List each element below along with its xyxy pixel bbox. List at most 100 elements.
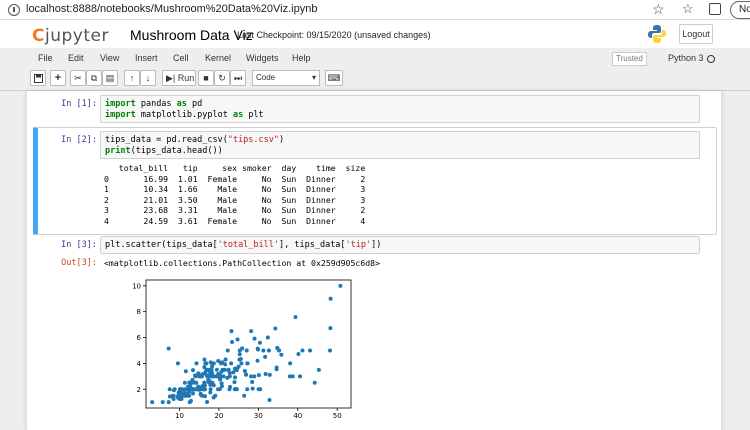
scatter-point [233, 375, 238, 380]
scatter-point [238, 357, 243, 361]
scatter-point [252, 374, 257, 379]
notebook-container: In [1]: import pandas as pd import matpl… [26, 91, 722, 430]
info-icon[interactable] [8, 4, 20, 16]
stop-icon[interactable]: ■ [198, 70, 214, 86]
y-tick-label: 8 [137, 308, 141, 316]
y-tick-label: 6 [137, 334, 142, 342]
cell-3-out-prompt: Out[3]: [61, 258, 97, 268]
scatter-point [277, 348, 282, 353]
menu-view[interactable]: View [100, 53, 119, 63]
scatter-point [211, 361, 216, 366]
scatter-point [229, 329, 234, 334]
trusted-badge[interactable]: Trusted [612, 52, 647, 66]
scatter-point [279, 352, 284, 357]
menu-kernel[interactable]: Kernel [205, 53, 231, 63]
logout-button[interactable]: Logout [679, 24, 713, 44]
scatter-point [213, 393, 218, 398]
x-tick-label: 30 [254, 412, 263, 420]
menu-help[interactable]: Help [292, 53, 311, 63]
scatter-point [239, 361, 244, 366]
menu-insert[interactable]: Insert [135, 53, 158, 63]
scatter-point [150, 400, 155, 405]
scatter-point [297, 374, 302, 379]
code-token: (tips_data.head()) [130, 146, 223, 156]
scatter-point [187, 393, 192, 398]
toolbar: + ✂ ⧉ ▤ ↑ ↓ ▶| Run ■ ↻ ⏭ Code ⌨ [28, 70, 722, 88]
menu-cell[interactable]: Cell [173, 53, 189, 63]
scatter-point [255, 358, 260, 363]
scatter-point [202, 357, 207, 362]
cell-type-select[interactable]: Code [252, 70, 320, 86]
scatter-point [245, 387, 250, 392]
url-text[interactable]: localhost:8888/notebooks/Mushroom%20Data… [26, 3, 317, 15]
kernel-name[interactable]: Python 3 [668, 53, 704, 63]
scatter-point [230, 340, 235, 345]
menu-edit[interactable]: Edit [68, 53, 84, 63]
cell-2-code[interactable]: tips_data = pd.read_csv("tips.csv") prin… [100, 131, 700, 159]
code-token: as [176, 99, 187, 109]
paste-icon[interactable]: ▤ [102, 70, 118, 86]
code-token: ], tips_data[ [279, 240, 346, 250]
scatter-point [160, 400, 165, 405]
move-down-icon[interactable]: ↓ [140, 70, 156, 86]
jupyter-header: Cjupyter Mushroom Data Viz Last Checkpoi… [0, 20, 750, 48]
scatter-point [203, 387, 208, 392]
scatter-point [227, 374, 232, 379]
scatter-point [300, 348, 305, 353]
restart-icon[interactable]: ↻ [214, 70, 230, 86]
cell-3-code[interactable]: plt.scatter(tips_data['total_bill'], tip… [100, 236, 700, 254]
scatter-point [229, 361, 234, 366]
code-token: matplotlib.pyplot [135, 110, 233, 120]
checkpoint-status: Last Checkpoint: 09/15/2020 (unsaved cha… [237, 30, 431, 40]
x-tick-label: 10 [175, 412, 184, 420]
scatter-point [223, 357, 228, 362]
notebook-name[interactable]: Mushroom Data Viz [130, 27, 253, 43]
collections-icon[interactable] [709, 3, 721, 15]
scatter-point [244, 348, 249, 353]
scatter-point [171, 393, 176, 398]
profile-button[interactable]: No [730, 1, 750, 19]
run-button[interactable]: ▶| Run [162, 70, 196, 86]
scatter-point [223, 362, 228, 367]
scatter-point [296, 351, 301, 356]
scatter-point [290, 374, 295, 379]
scatter-point [267, 372, 272, 377]
save-icon[interactable] [30, 70, 46, 86]
scatter-point [316, 367, 321, 372]
menu-file[interactable]: File [38, 53, 53, 63]
favorite-star-icon[interactable]: ☆ [652, 1, 665, 18]
scatter-point [231, 370, 236, 375]
favorites-icon[interactable]: ☆ [682, 1, 694, 17]
copy-icon[interactable]: ⧉ [86, 70, 102, 86]
code-token: "tips.csv" [227, 135, 280, 145]
code-token: as [232, 110, 244, 120]
scatter-point [308, 348, 313, 353]
jupyter-logo[interactable]: Cjupyter [32, 26, 109, 46]
scatter-point [234, 387, 239, 392]
python-logo-icon [648, 25, 666, 43]
scatter-point [252, 336, 257, 341]
add-cell-icon[interactable]: + [50, 70, 66, 86]
scatter-point [211, 383, 216, 388]
fast-forward-icon[interactable]: ⏭ [230, 70, 246, 86]
scatter-point [219, 384, 224, 389]
cell-1-prompt: In [1]: [61, 99, 97, 109]
scatter-point [175, 361, 180, 366]
scatter-point [194, 361, 199, 366]
keyboard-icon[interactable]: ⌨ [325, 70, 343, 86]
logo-text: jupyter [44, 26, 109, 46]
code-token: pandas [135, 99, 177, 109]
y-tick-label: 10 [132, 282, 141, 290]
scatter-point [202, 394, 207, 399]
code-token: 'total_bill' [217, 240, 280, 250]
y-tick-label: 4 [137, 360, 142, 368]
cell-1-code[interactable]: import pandas as pd import matplotlib.py… [100, 95, 700, 123]
scatter-point [245, 361, 250, 366]
menu-widgets[interactable]: Widgets [246, 53, 279, 63]
cut-icon[interactable]: ✂ [70, 70, 86, 86]
cell-2-prompt: In [2]: [61, 135, 97, 145]
move-up-icon[interactable]: ↑ [124, 70, 140, 86]
scatter-point [263, 372, 268, 376]
scatter-point [235, 337, 240, 342]
scatter-point [167, 387, 172, 392]
